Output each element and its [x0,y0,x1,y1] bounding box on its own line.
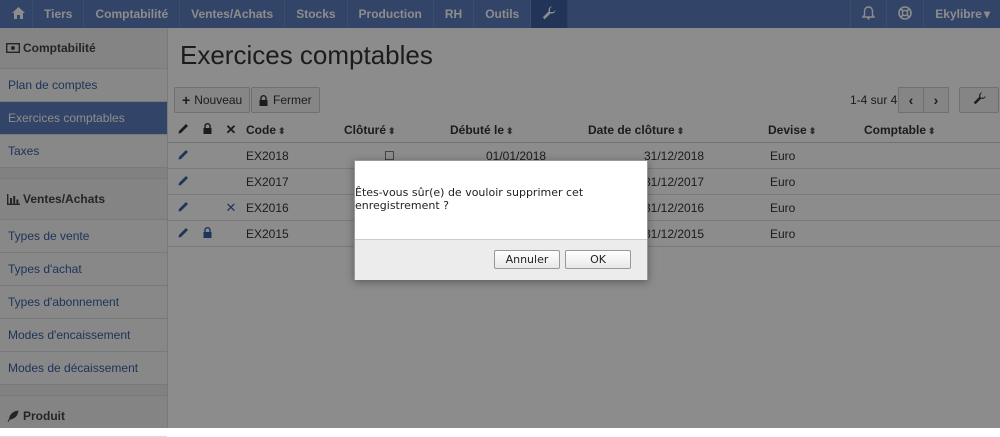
dialog-message: Êtes-vous sûr(e) de vouloir supprimer ce… [355,186,584,212]
confirm-dialog: Êtes-vous sûr(e) de vouloir supprimer ce… [354,160,648,280]
dialog-footer: Annuler OK [355,239,647,280]
cancel-button[interactable]: Annuler [494,250,560,269]
ok-button[interactable]: OK [565,250,631,269]
